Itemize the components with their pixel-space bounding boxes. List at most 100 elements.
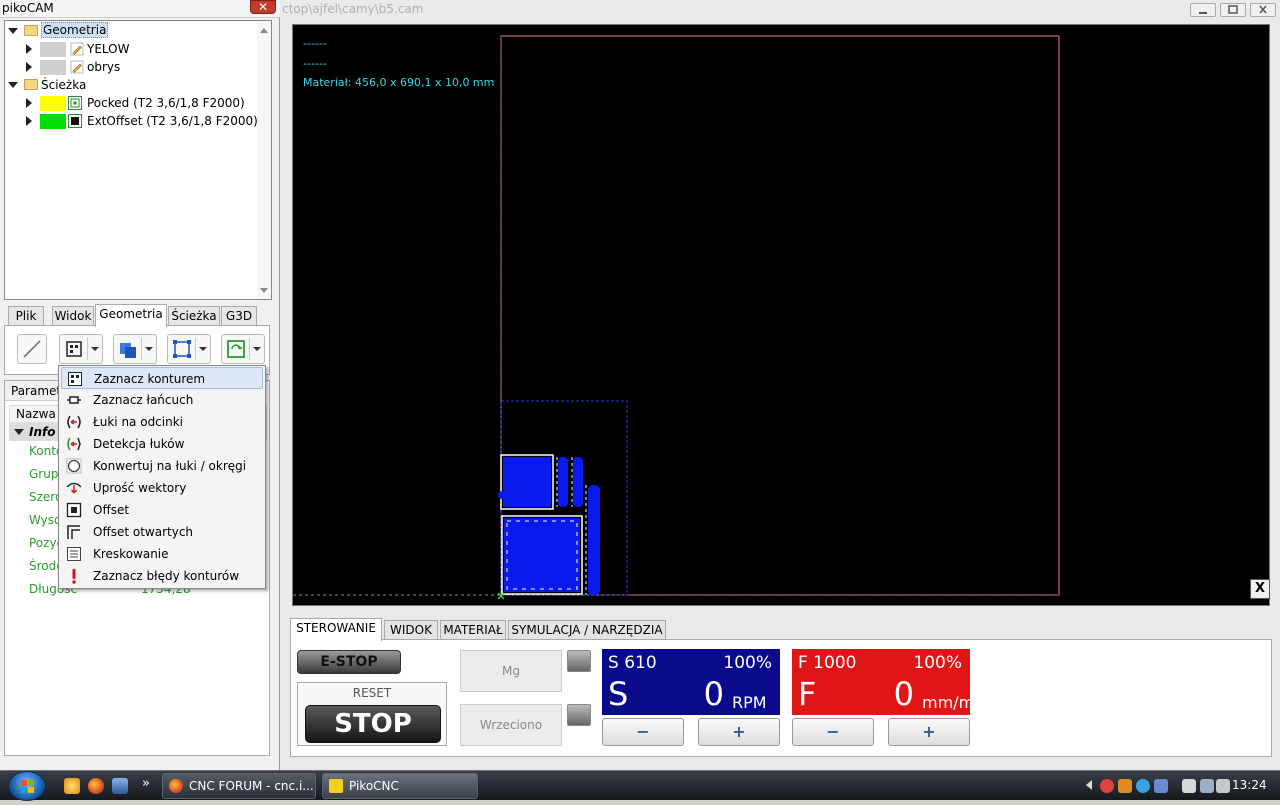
menu-item-detect-arcs[interactable]: Detekcja łuków	[61, 433, 263, 455]
task-label: CNC FORUM - cnc.i...	[189, 779, 314, 793]
color-swatch[interactable]	[40, 96, 66, 111]
tab-widok[interactable]: WIDOK	[384, 620, 438, 640]
feed-plus-button[interactable]: +	[888, 718, 970, 746]
menu-label: Konwertuj na łuki / okręgi	[93, 459, 247, 473]
feed-minus-button[interactable]: −	[792, 718, 874, 746]
tab-g3d[interactable]: G3D	[221, 306, 257, 326]
taskbar-item-pikocnc[interactable]: PikoCNC	[322, 773, 478, 799]
close-button[interactable]: ✕	[250, 0, 276, 14]
tree-node-sciezka[interactable]: Ścieżka	[5, 76, 255, 94]
spindle-display: S 610 100% S 0 RPM	[602, 649, 780, 715]
expand-right-icon[interactable]	[26, 62, 32, 72]
tree-node-yelow[interactable]: YELOW	[5, 40, 255, 58]
color-swatch[interactable]	[40, 42, 66, 57]
tree-node-extoffset[interactable]: ExtOffset (T2 3,6/1,8 F2000)	[5, 112, 258, 130]
menu-item-convert-arcs[interactable]: Konwertuj na łuki / okręgi	[61, 455, 263, 477]
tab-sterowanie[interactable]: STEROWANIE	[290, 618, 382, 641]
maximize-icon	[1228, 5, 1238, 14]
tree-node-obrys[interactable]: obrys	[5, 58, 255, 76]
dropdown-arrow-icon[interactable]	[145, 347, 153, 351]
start-button[interactable]	[8, 771, 46, 801]
scroll-up-icon[interactable]	[260, 28, 268, 33]
expand-right-icon[interactable]	[26, 116, 32, 126]
arcs-to-lines-icon	[67, 415, 81, 429]
color-swatch[interactable]	[40, 114, 66, 129]
tray-app-icon[interactable]	[1136, 779, 1150, 793]
tab-plik[interactable]: Plik	[8, 306, 44, 326]
tab-material[interactable]: MATERIAŁ	[440, 620, 506, 640]
firefox-icon[interactable]	[88, 778, 104, 794]
expand-down-icon[interactable]	[8, 82, 18, 88]
pencil-icon	[70, 60, 84, 74]
transform-tools-button[interactable]	[167, 334, 211, 364]
menu-item-hatching[interactable]: Kreskowanie	[61, 543, 263, 565]
menu-item-simplify[interactable]: Uprość wektory	[61, 477, 263, 499]
expand-down-icon[interactable]	[8, 28, 18, 34]
minimize-button[interactable]	[1190, 3, 1216, 17]
volume-icon[interactable]	[1216, 779, 1230, 793]
color-swatch[interactable]	[40, 60, 66, 75]
menu-item-arcs-to-lines[interactable]: Łuki na odcinki	[61, 411, 263, 433]
tray-app-icon[interactable]	[1100, 779, 1114, 793]
tray-app-icon[interactable]	[1118, 779, 1132, 793]
show-hidden-icons-icon[interactable]	[1086, 780, 1092, 790]
dropdown-arrow-icon[interactable]	[199, 347, 207, 351]
close-icon	[1259, 5, 1267, 14]
taskbar-item-firefox[interactable]: CNC FORUM - cnc.i...	[162, 773, 316, 799]
tree-node-pocked[interactable]: Pocked (T2 3,6/1,8 F2000)	[5, 94, 255, 112]
desktop-icon[interactable]	[112, 778, 128, 794]
menu-item-select-chain[interactable]: Zaznacz łańcuch	[61, 389, 263, 411]
scroll-down-icon[interactable]	[260, 288, 268, 293]
circle-icon	[66, 458, 82, 474]
geometry-canvas[interactable]	[293, 25, 1269, 605]
network-icon[interactable]	[1200, 779, 1214, 793]
tree-node-geometria[interactable]: Geometria	[5, 22, 255, 40]
tab-symulacja[interactable]: SYMULACJA / NARZĘDZIA	[508, 620, 666, 640]
spindle-minus-button[interactable]: −	[602, 718, 684, 746]
expand-right-icon[interactable]	[26, 44, 32, 54]
spindle-button[interactable]: Wrzeciono	[460, 704, 562, 746]
menu-item-select-contour[interactable]: Zaznacz konturem	[61, 367, 263, 389]
tab-geometria[interactable]: Geometria	[95, 304, 167, 327]
menu-label: Zaznacz konturem	[94, 372, 206, 386]
menu-item-offset[interactable]: Offset	[61, 499, 263, 521]
line-tool-button[interactable]	[17, 334, 47, 364]
feed-unit: mm/m	[922, 693, 975, 712]
spindle-override: 100%	[723, 653, 772, 673]
expand-right-icon[interactable]	[26, 98, 32, 108]
tray-app-icon[interactable]	[1182, 779, 1196, 793]
task-label: PikoCNC	[349, 779, 399, 793]
tab-widok[interactable]: Widok	[52, 306, 94, 326]
close-button[interactable]	[1250, 3, 1276, 17]
mg-button[interactable]: Mg	[460, 650, 562, 692]
menu-item-open-offset[interactable]: Offset otwartych	[61, 521, 263, 543]
tree-scrollbar[interactable]	[257, 21, 271, 299]
quicklaunch-sun-icon[interactable]	[64, 778, 80, 794]
menu-item-contour-errors[interactable]: Zaznacz błędy konturów	[61, 565, 263, 587]
folder-icon	[24, 25, 38, 36]
boolean-tools-button[interactable]	[113, 334, 157, 364]
maximize-button[interactable]	[1220, 3, 1246, 17]
stop-button[interactable]: STOP	[305, 705, 441, 743]
dropdown-arrow-icon[interactable]	[91, 347, 99, 351]
expand-down-icon[interactable]	[14, 429, 24, 435]
estop-button[interactable]: E-STOP	[297, 650, 401, 674]
feed-setpoint: F 1000	[798, 653, 857, 673]
reset-button[interactable]: RESET	[298, 686, 446, 700]
clock[interactable]: 13:24	[1232, 778, 1267, 792]
spindle-plus-button[interactable]: +	[698, 718, 780, 746]
tab-sciezka[interactable]: Ścieżka	[168, 306, 220, 326]
menu-label: Zaznacz błędy konturów	[93, 569, 240, 583]
param-row[interactable]: Wyso	[29, 510, 61, 530]
cad-viewport[interactable]: ------ ------ Materiał: 456,0 x 690,1 x …	[292, 24, 1270, 606]
more-quicklaunch-icon[interactable]: »	[142, 776, 150, 791]
params-tab[interactable]: Paramet	[5, 381, 65, 401]
pikocnc-app-icon	[329, 779, 343, 793]
tray-app-icon[interactable]	[1154, 779, 1168, 793]
refresh-tools-button[interactable]	[221, 334, 265, 364]
menu-label: Offset	[93, 503, 130, 517]
viewport-close-button[interactable]: X	[1250, 579, 1270, 599]
dropdown-arrow-icon[interactable]	[253, 347, 261, 351]
separator	[87, 338, 88, 360]
select-tools-button[interactable]	[59, 334, 103, 364]
